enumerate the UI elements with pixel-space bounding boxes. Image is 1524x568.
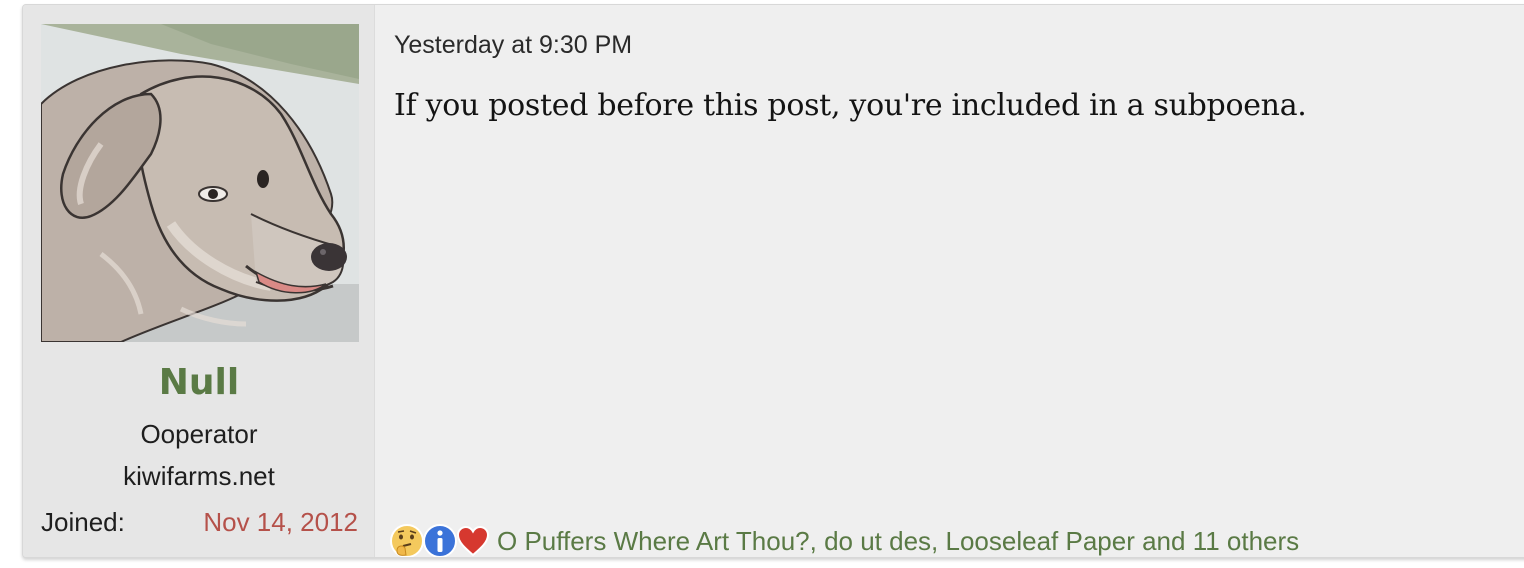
message-user-cell: Null Ooperator kiwifarms.net Joined: Nov… <box>23 5 375 557</box>
user-title: Ooperator <box>140 419 258 449</box>
post-date[interactable]: Yesterday at 9:30 PM <box>394 29 632 61</box>
information-icon <box>423 524 457 557</box>
message-post: Null Ooperator kiwifarms.net Joined: Nov… <box>22 4 1524 558</box>
joined-label: Joined: <box>41 507 125 537</box>
dog-avatar-icon[interactable] <box>41 24 359 342</box>
reaction-list-link[interactable]: O Puffers Where Art Thou?, do ut des, Lo… <box>497 525 1299 557</box>
reactions-bar: O Puffers Where Art Thou?, do ut des, Lo… <box>389 521 1299 557</box>
user-banner: kiwifarms.net <box>123 461 275 491</box>
post-body: If you posted before this post, you're i… <box>394 88 1307 123</box>
reaction-icons[interactable] <box>389 521 495 557</box>
thinking-face-icon <box>390 524 424 557</box>
heart-icon <box>456 525 490 557</box>
joined-date: Nov 14, 2012 <box>203 507 358 537</box>
username[interactable]: Null <box>23 361 375 405</box>
